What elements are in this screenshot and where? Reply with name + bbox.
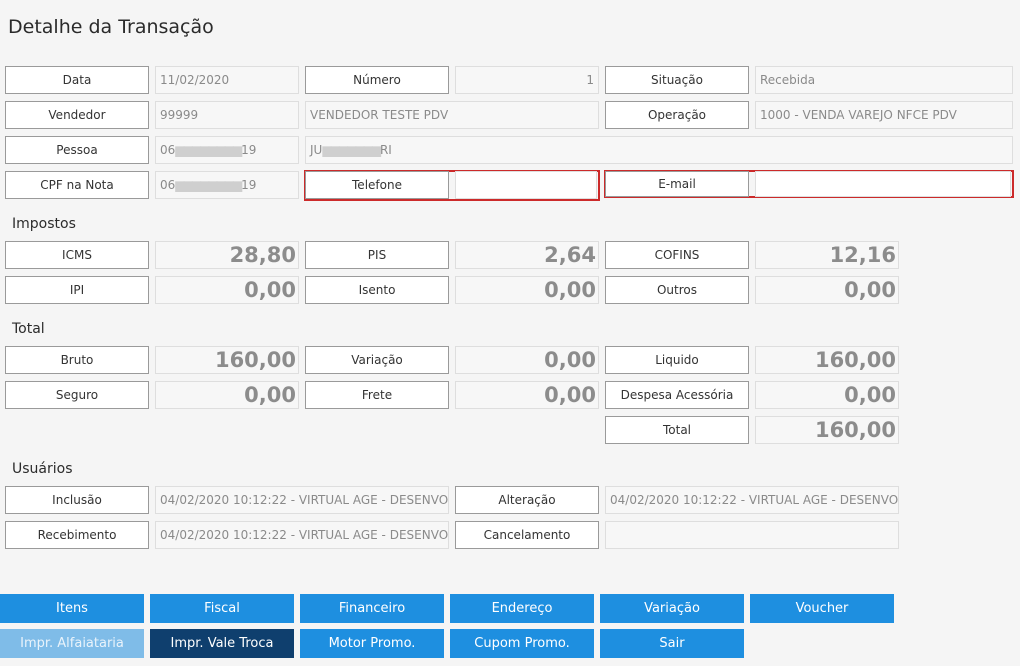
telefone-field[interactable] bbox=[455, 171, 597, 199]
cancelamento-label: Cancelamento bbox=[455, 521, 599, 549]
email-field[interactable] bbox=[755, 171, 1011, 197]
cofins-label: COFINS bbox=[605, 241, 749, 269]
impr-alfaiataria-button[interactable]: Impr. Alfaiataria bbox=[0, 629, 144, 658]
icms-label: ICMS bbox=[5, 241, 149, 269]
bruto-label: Bruto bbox=[5, 346, 149, 374]
cancelamento-field[interactable] bbox=[605, 521, 899, 549]
vendedor-name-field[interactable]: VENDEDOR TESTE PDV bbox=[305, 101, 599, 129]
variacao-label: Variação bbox=[305, 346, 449, 374]
total-value: 160,00 bbox=[755, 416, 899, 444]
cpf-start: 06 bbox=[160, 178, 176, 192]
data-field[interactable]: 11/02/2020 bbox=[155, 66, 299, 94]
inclusao-field[interactable]: 04/02/2020 10:12:22 - VIRTUAL AGE - DESE… bbox=[155, 486, 449, 514]
voucher-button[interactable]: Voucher bbox=[750, 594, 894, 623]
cofins-value: 12,16 bbox=[755, 241, 899, 269]
usuarios-section-title: Usuários bbox=[12, 461, 73, 477]
frete-label: Frete bbox=[305, 381, 449, 409]
data-label: Data bbox=[5, 66, 149, 94]
pis-label: PIS bbox=[305, 241, 449, 269]
isento-value: 0,00 bbox=[455, 276, 599, 304]
endereco-button[interactable]: Endereço bbox=[450, 594, 594, 623]
cpf-label: CPF na Nota bbox=[5, 171, 149, 199]
pessoa-code-start: 06 bbox=[160, 143, 176, 157]
seguro-value: 0,00 bbox=[155, 381, 299, 409]
ipi-label: IPI bbox=[5, 276, 149, 304]
frete-value: 0,00 bbox=[455, 381, 599, 409]
alteracao-label: Alteração bbox=[455, 486, 599, 514]
inclusao-label: Inclusão bbox=[5, 486, 149, 514]
liquido-value: 160,00 bbox=[755, 346, 899, 374]
email-label: E-mail bbox=[605, 171, 749, 197]
despesa-label: Despesa Acessória bbox=[605, 381, 749, 409]
page-title: Detalhe da Transação bbox=[8, 16, 214, 38]
pessoa-name-field[interactable]: JU ▆▆▆▆▆▆▆ RI bbox=[305, 136, 1013, 164]
motor-promo-button[interactable]: Motor Promo. bbox=[300, 629, 444, 658]
bruto-value: 160,00 bbox=[155, 346, 299, 374]
redacted-text: ▆▆▆▆▆▆▆▆ bbox=[175, 178, 242, 192]
seguro-label: Seguro bbox=[5, 381, 149, 409]
outros-label: Outros bbox=[605, 276, 749, 304]
redacted-text: ▆▆▆▆▆▆▆▆ bbox=[175, 143, 242, 157]
cpf-field[interactable]: 06 ▆▆▆▆▆▆▆▆ 19 bbox=[155, 171, 299, 199]
financeiro-button[interactable]: Financeiro bbox=[300, 594, 444, 623]
redacted-text: ▆▆▆▆▆▆▆ bbox=[322, 143, 381, 157]
variacao-button[interactable]: Variação bbox=[600, 594, 744, 623]
despesa-value: 0,00 bbox=[755, 381, 899, 409]
pessoa-name-start: JU bbox=[310, 143, 323, 157]
recebimento-field[interactable]: 04/02/2020 10:12:22 - VIRTUAL AGE - DESE… bbox=[155, 521, 449, 549]
situacao-field[interactable]: Recebida bbox=[755, 66, 1013, 94]
operacao-label: Operação bbox=[605, 101, 749, 129]
impostos-section-title: Impostos bbox=[12, 216, 76, 232]
situacao-label: Situação bbox=[605, 66, 749, 94]
alteracao-field[interactable]: 04/02/2020 10:12:22 - VIRTUAL AGE - DESE… bbox=[605, 486, 899, 514]
impr-vale-troca-button[interactable]: Impr. Vale Troca bbox=[150, 629, 294, 658]
liquido-label: Liquido bbox=[605, 346, 749, 374]
cpf-end: 19 bbox=[241, 178, 257, 192]
pessoa-name-end: RI bbox=[379, 143, 392, 157]
outros-value: 0,00 bbox=[755, 276, 899, 304]
itens-button[interactable]: Itens bbox=[0, 594, 144, 623]
recebimento-label: Recebimento bbox=[5, 521, 149, 549]
total-label: Total bbox=[605, 416, 749, 444]
variacao-value: 0,00 bbox=[455, 346, 599, 374]
total-section-title: Total bbox=[12, 321, 45, 337]
pessoa-code-field[interactable]: 06 ▆▆▆▆▆▆▆▆ 19 bbox=[155, 136, 299, 164]
vendedor-code-field[interactable]: 99999 bbox=[155, 101, 299, 129]
operacao-field[interactable]: 1000 - VENDA VAREJO NFCE PDV bbox=[755, 101, 1013, 129]
numero-field[interactable]: 1 bbox=[455, 66, 599, 94]
telefone-label: Telefone bbox=[305, 171, 449, 199]
pis-value: 2,64 bbox=[455, 241, 599, 269]
pessoa-code-end: 19 bbox=[241, 143, 257, 157]
icms-value: 28,80 bbox=[155, 241, 299, 269]
vendedor-label: Vendedor bbox=[5, 101, 149, 129]
pessoa-label: Pessoa bbox=[5, 136, 149, 164]
ipi-value: 0,00 bbox=[155, 276, 299, 304]
sair-button[interactable]: Sair bbox=[600, 629, 744, 658]
cupom-promo-button[interactable]: Cupom Promo. bbox=[450, 629, 594, 658]
fiscal-button[interactable]: Fiscal bbox=[150, 594, 294, 623]
isento-label: Isento bbox=[305, 276, 449, 304]
numero-label: Número bbox=[305, 66, 449, 94]
